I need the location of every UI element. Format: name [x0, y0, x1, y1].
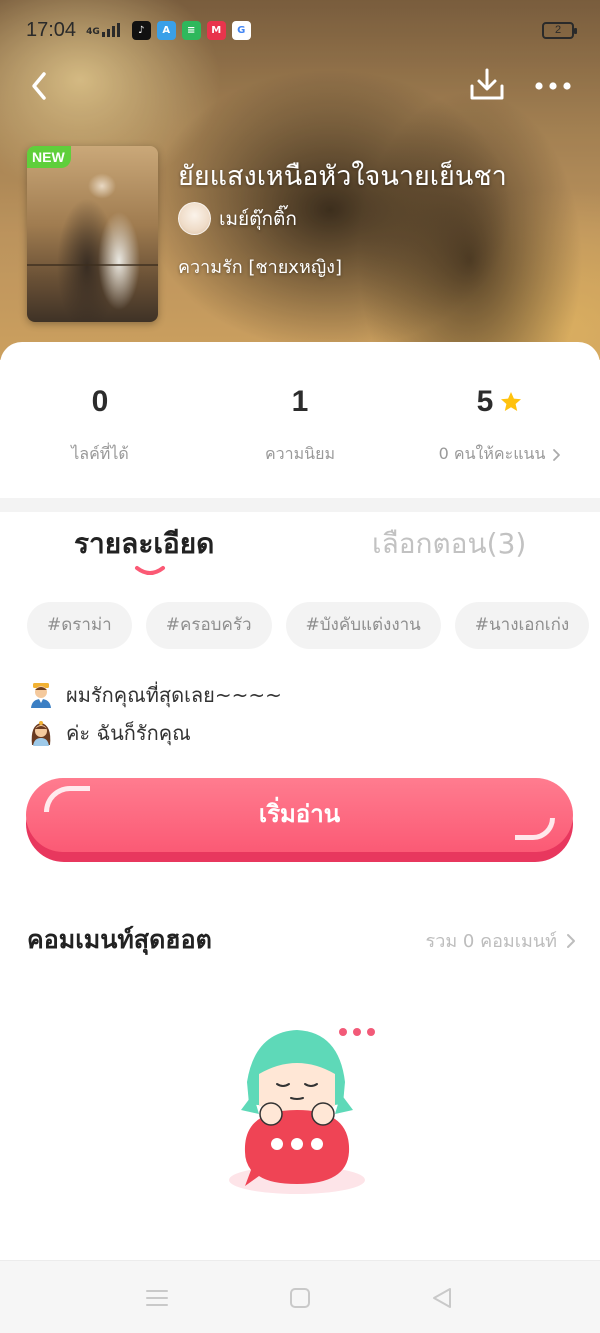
stats-row: 0 ไลค์ที่ได้ 1 ความนิยม 5 0 คนให้คะแนน	[0, 382, 600, 482]
popularity-value: 1	[291, 385, 309, 418]
bride-emoji-icon	[31, 721, 51, 746]
translate-app-icon: A	[156, 20, 176, 40]
chevron-left-icon	[32, 72, 46, 100]
top-bar	[0, 58, 600, 110]
menu-icon	[146, 1290, 168, 1306]
tag-chip[interactable]: #บังคับแต่งงาน	[285, 602, 441, 649]
tab-details[interactable]: รายละเอียด	[74, 522, 214, 566]
tag-chip[interactable]: #ดราม่า	[27, 602, 132, 649]
status-time: 17:04	[26, 18, 77, 41]
comments-total-link[interactable]: รวม 0 คอมเมนท์	[426, 926, 577, 955]
description-line: ค่ะ ฉันก็รักคุณ	[28, 714, 282, 752]
tab-bar: รายละเอียด เลือกตอน(3)	[0, 522, 600, 582]
back-triangle-icon	[433, 1288, 451, 1308]
tag-list: #ดราม่า #ครอบครัว #บังคับแต่งงาน #นางเอก…	[27, 602, 590, 649]
mangatoon-icon: M	[206, 20, 226, 40]
download-icon	[470, 68, 504, 100]
comments-title: คอมเมนท์สุดฮอต	[27, 925, 212, 954]
rating-count-row[interactable]: 0 คนให้คะแนน	[400, 442, 600, 467]
star-icon	[501, 392, 522, 411]
system-nav-bar	[0, 1260, 600, 1333]
book-cover[interactable]: NEW	[27, 146, 158, 322]
description-text: ผมรักคุณที่สุดเลย~~~~	[66, 683, 282, 707]
home-nav-button[interactable]	[287, 1285, 313, 1311]
author[interactable]: เมย์ตุ๊กติ๊ก	[178, 202, 297, 235]
green-app-icon: ≡	[181, 20, 201, 40]
description-line: ผมรักคุณที่สุดเลย~~~~	[28, 676, 282, 714]
tag-chip[interactable]: #นางเอกเก่ง	[454, 602, 590, 649]
notification-app-icons: ♪ A ≡ M G	[131, 20, 251, 40]
avatar[interactable]	[178, 202, 211, 235]
stat-rating[interactable]: 5 0 คนให้คะแนน	[400, 382, 600, 467]
home-square-icon	[290, 1288, 310, 1308]
back-nav-button[interactable]	[429, 1285, 455, 1311]
chevron-right-icon	[553, 448, 561, 461]
tag-chip[interactable]: #ครอบครัว	[145, 602, 272, 649]
popularity-label: ความนิยม	[264, 444, 336, 463]
start-reading-label: เริ่มอ่าน	[258, 801, 341, 828]
groom-emoji-icon	[31, 683, 51, 708]
status-bar: 17:04 4G ♪ A ≡ M G 2	[0, 0, 600, 60]
book-title: ยัยแสงเหนือหัวใจนายเย็นชา	[178, 161, 507, 192]
rating-value-row: 5	[400, 382, 600, 422]
genre-label: ความรัก [ชายxหญิง]	[178, 257, 342, 278]
comments-total: รวม 0 คอมเมนท์	[425, 931, 557, 952]
chevron-right-icon	[567, 933, 575, 948]
tiktok-icon: ♪	[131, 20, 151, 40]
stat-popularity: 1 ความนิยม	[200, 382, 400, 467]
details-sheet: 0 ไลค์ที่ได้ 1 ความนิยม 5 0 คนให้คะแนน ร	[0, 342, 600, 1333]
tab-episodes[interactable]: เลือกตอน(3)	[372, 522, 526, 566]
signal-icon: 4G	[86, 23, 120, 37]
likes-value: 0	[91, 385, 109, 418]
section-divider	[0, 498, 600, 512]
start-reading-button[interactable]: เริ่มอ่าน	[26, 778, 573, 862]
comments-header: คอมเมนท์สุดฮอต รวม 0 คอมเมนท์	[27, 920, 577, 960]
battery-level: 2	[554, 24, 562, 36]
download-button[interactable]	[466, 64, 508, 106]
stat-likes: 0 ไลค์ที่ได้	[0, 382, 200, 467]
description-text: ค่ะ ฉันก็รักคุณ	[66, 721, 191, 745]
author-name[interactable]: เมย์ตุ๊กติ๊ก	[219, 204, 297, 234]
network-type: 4G	[86, 27, 100, 37]
back-button[interactable]	[22, 64, 62, 104]
description: ผมรักคุณที่สุดเลย~~~~ ค่ะ ฉันก็รักคุณ	[28, 676, 282, 752]
rating-value: 5	[476, 385, 494, 418]
battery-icon: 2	[542, 21, 577, 39]
empty-comments-illustration	[229, 1028, 375, 1194]
more-options-button[interactable]	[530, 64, 576, 106]
tab-indicator	[135, 566, 165, 575]
new-badge: NEW	[27, 146, 71, 168]
google-icon: G	[231, 20, 251, 40]
more-dots-icon	[535, 82, 571, 90]
likes-label: ไลค์ที่ได้	[71, 444, 129, 463]
rating-count-label: 0 คนให้คะแนน	[438, 444, 546, 463]
menu-nav-button[interactable]	[144, 1285, 170, 1311]
